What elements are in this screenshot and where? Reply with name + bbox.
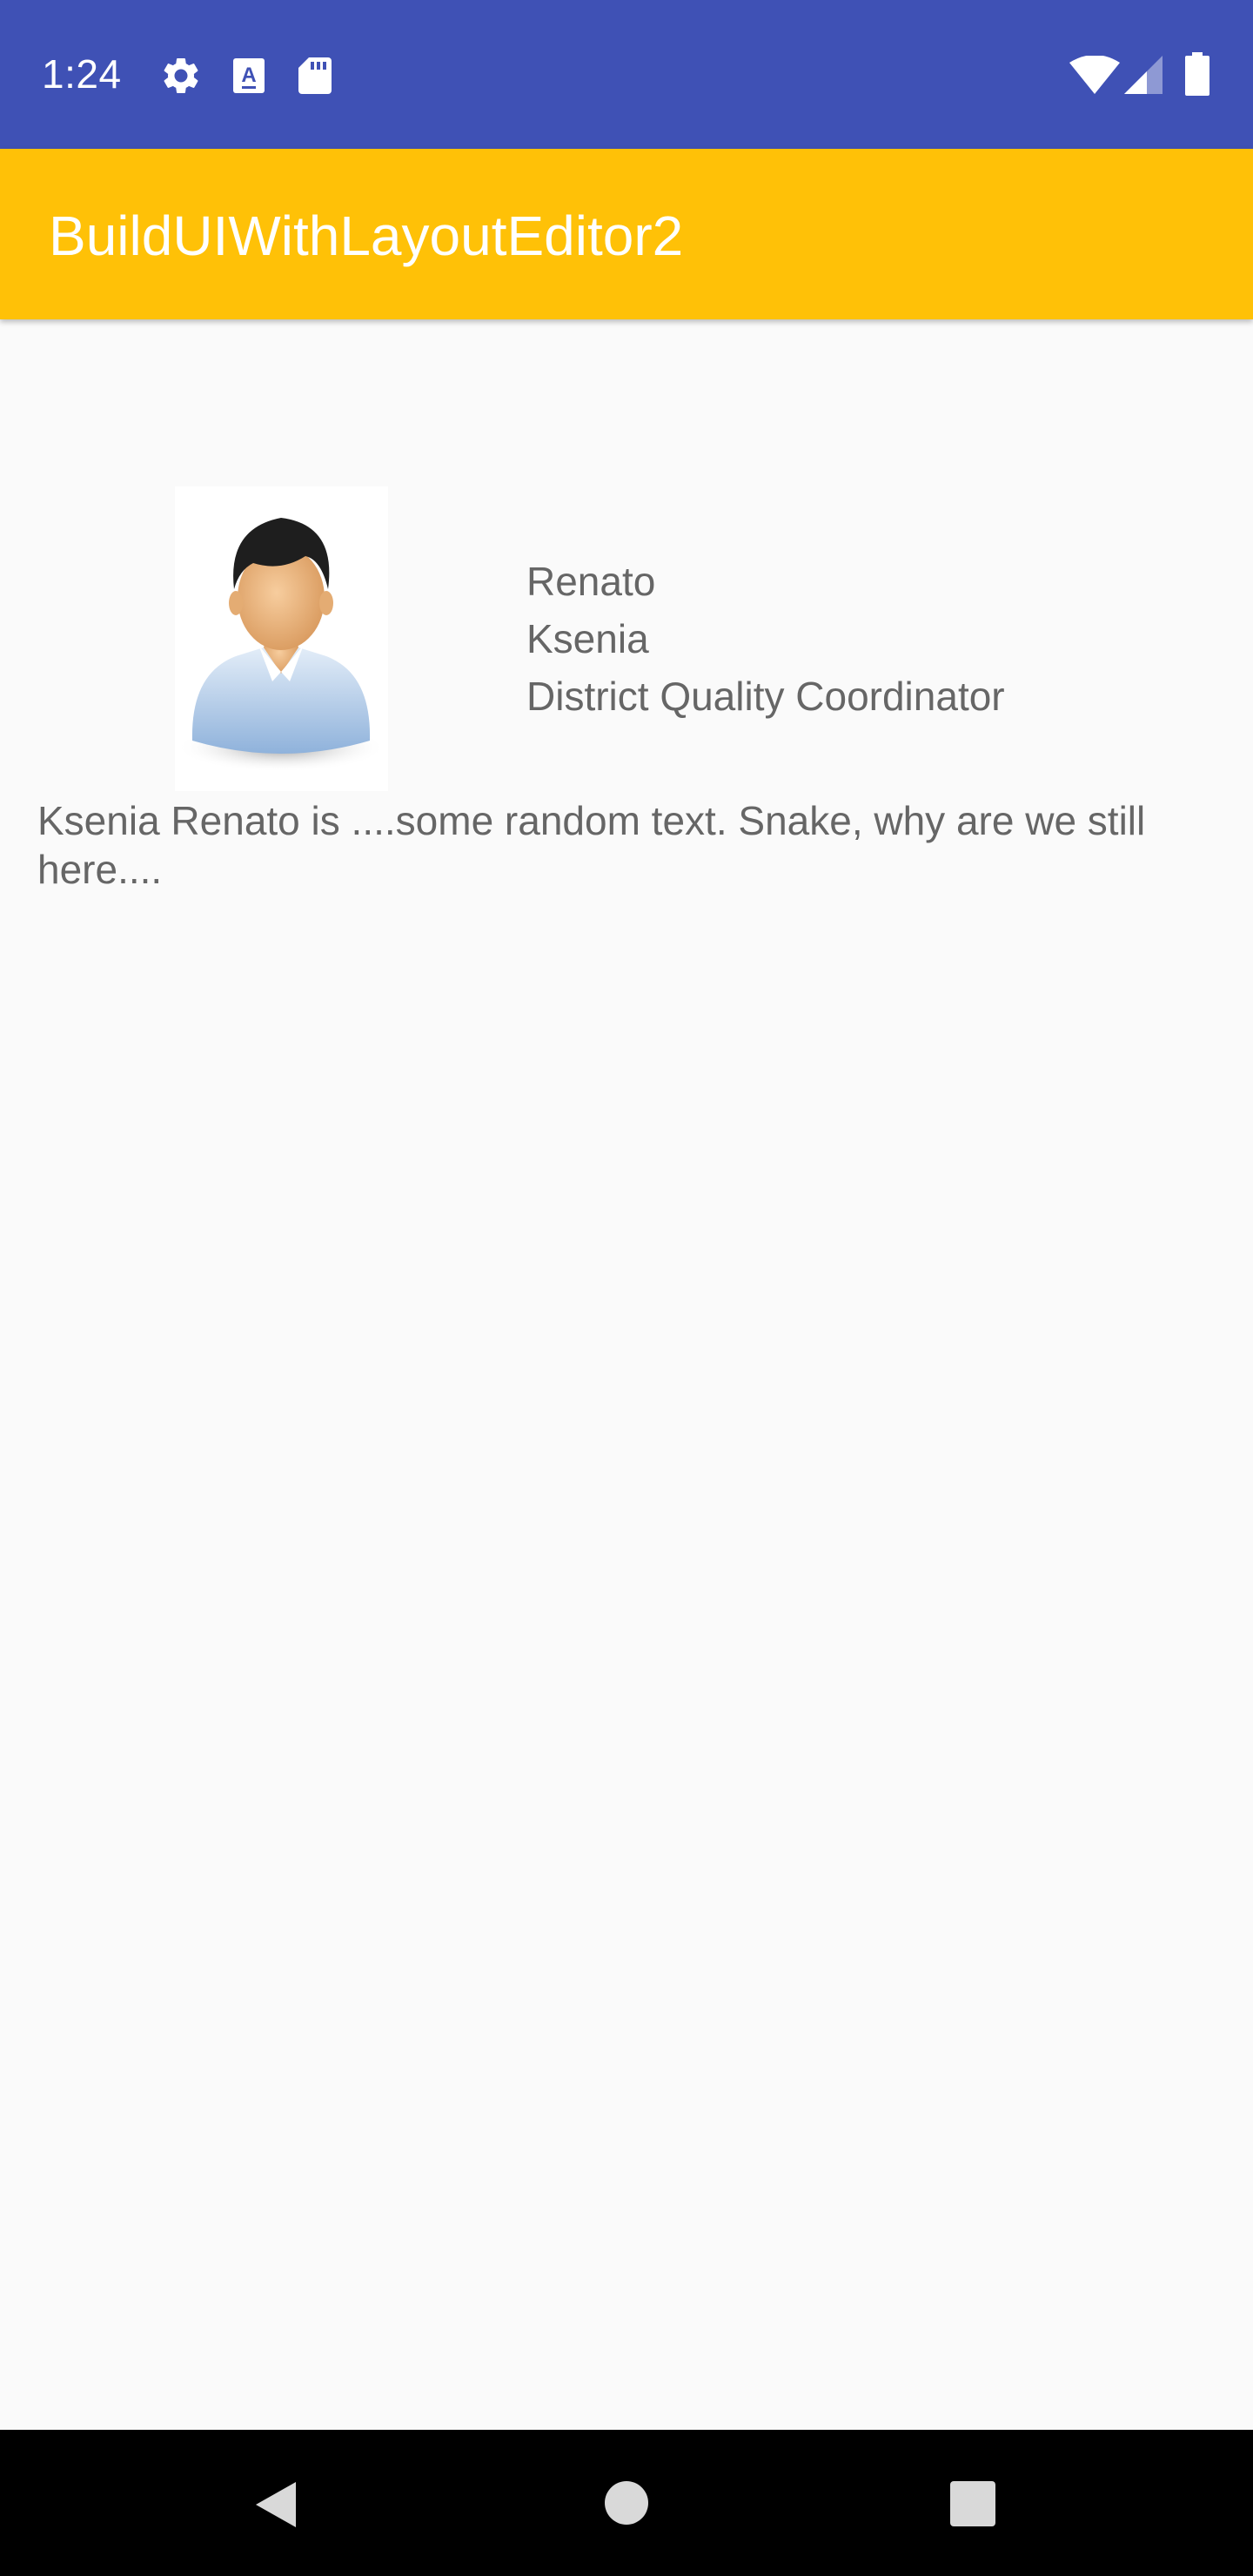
cell-signal-icon: [1124, 56, 1163, 94]
person-avatar-icon: [177, 518, 385, 772]
svg-text:A: A: [241, 64, 256, 87]
back-icon[interactable]: [252, 2479, 299, 2531]
last-name-text: Renato: [526, 559, 656, 604]
status-time: 1:24: [42, 51, 122, 97]
battery-icon: [1185, 52, 1209, 96]
recents-icon[interactable]: [950, 2481, 995, 2526]
app-title: BuildUIWithLayoutEditor2: [49, 205, 684, 267]
home-icon[interactable]: [604, 2480, 649, 2526]
gear-icon: [164, 57, 198, 93]
status-bar: 1:24 A: [0, 0, 1253, 149]
sd-card-icon: [298, 57, 332, 94]
app-bar: BuildUIWithLayoutEditor2: [0, 149, 1253, 319]
job-title-text: District Quality Coordinator: [526, 674, 1005, 719]
bio-text: Ksenia Renato is ....some random text. S…: [37, 798, 1146, 892]
navigation-bar: [0, 2430, 1253, 2576]
first-name-text: Ksenia: [526, 616, 649, 661]
keyboard-a-icon: A: [233, 58, 265, 93]
avatar: [175, 486, 388, 791]
wifi-icon: [1069, 56, 1120, 94]
